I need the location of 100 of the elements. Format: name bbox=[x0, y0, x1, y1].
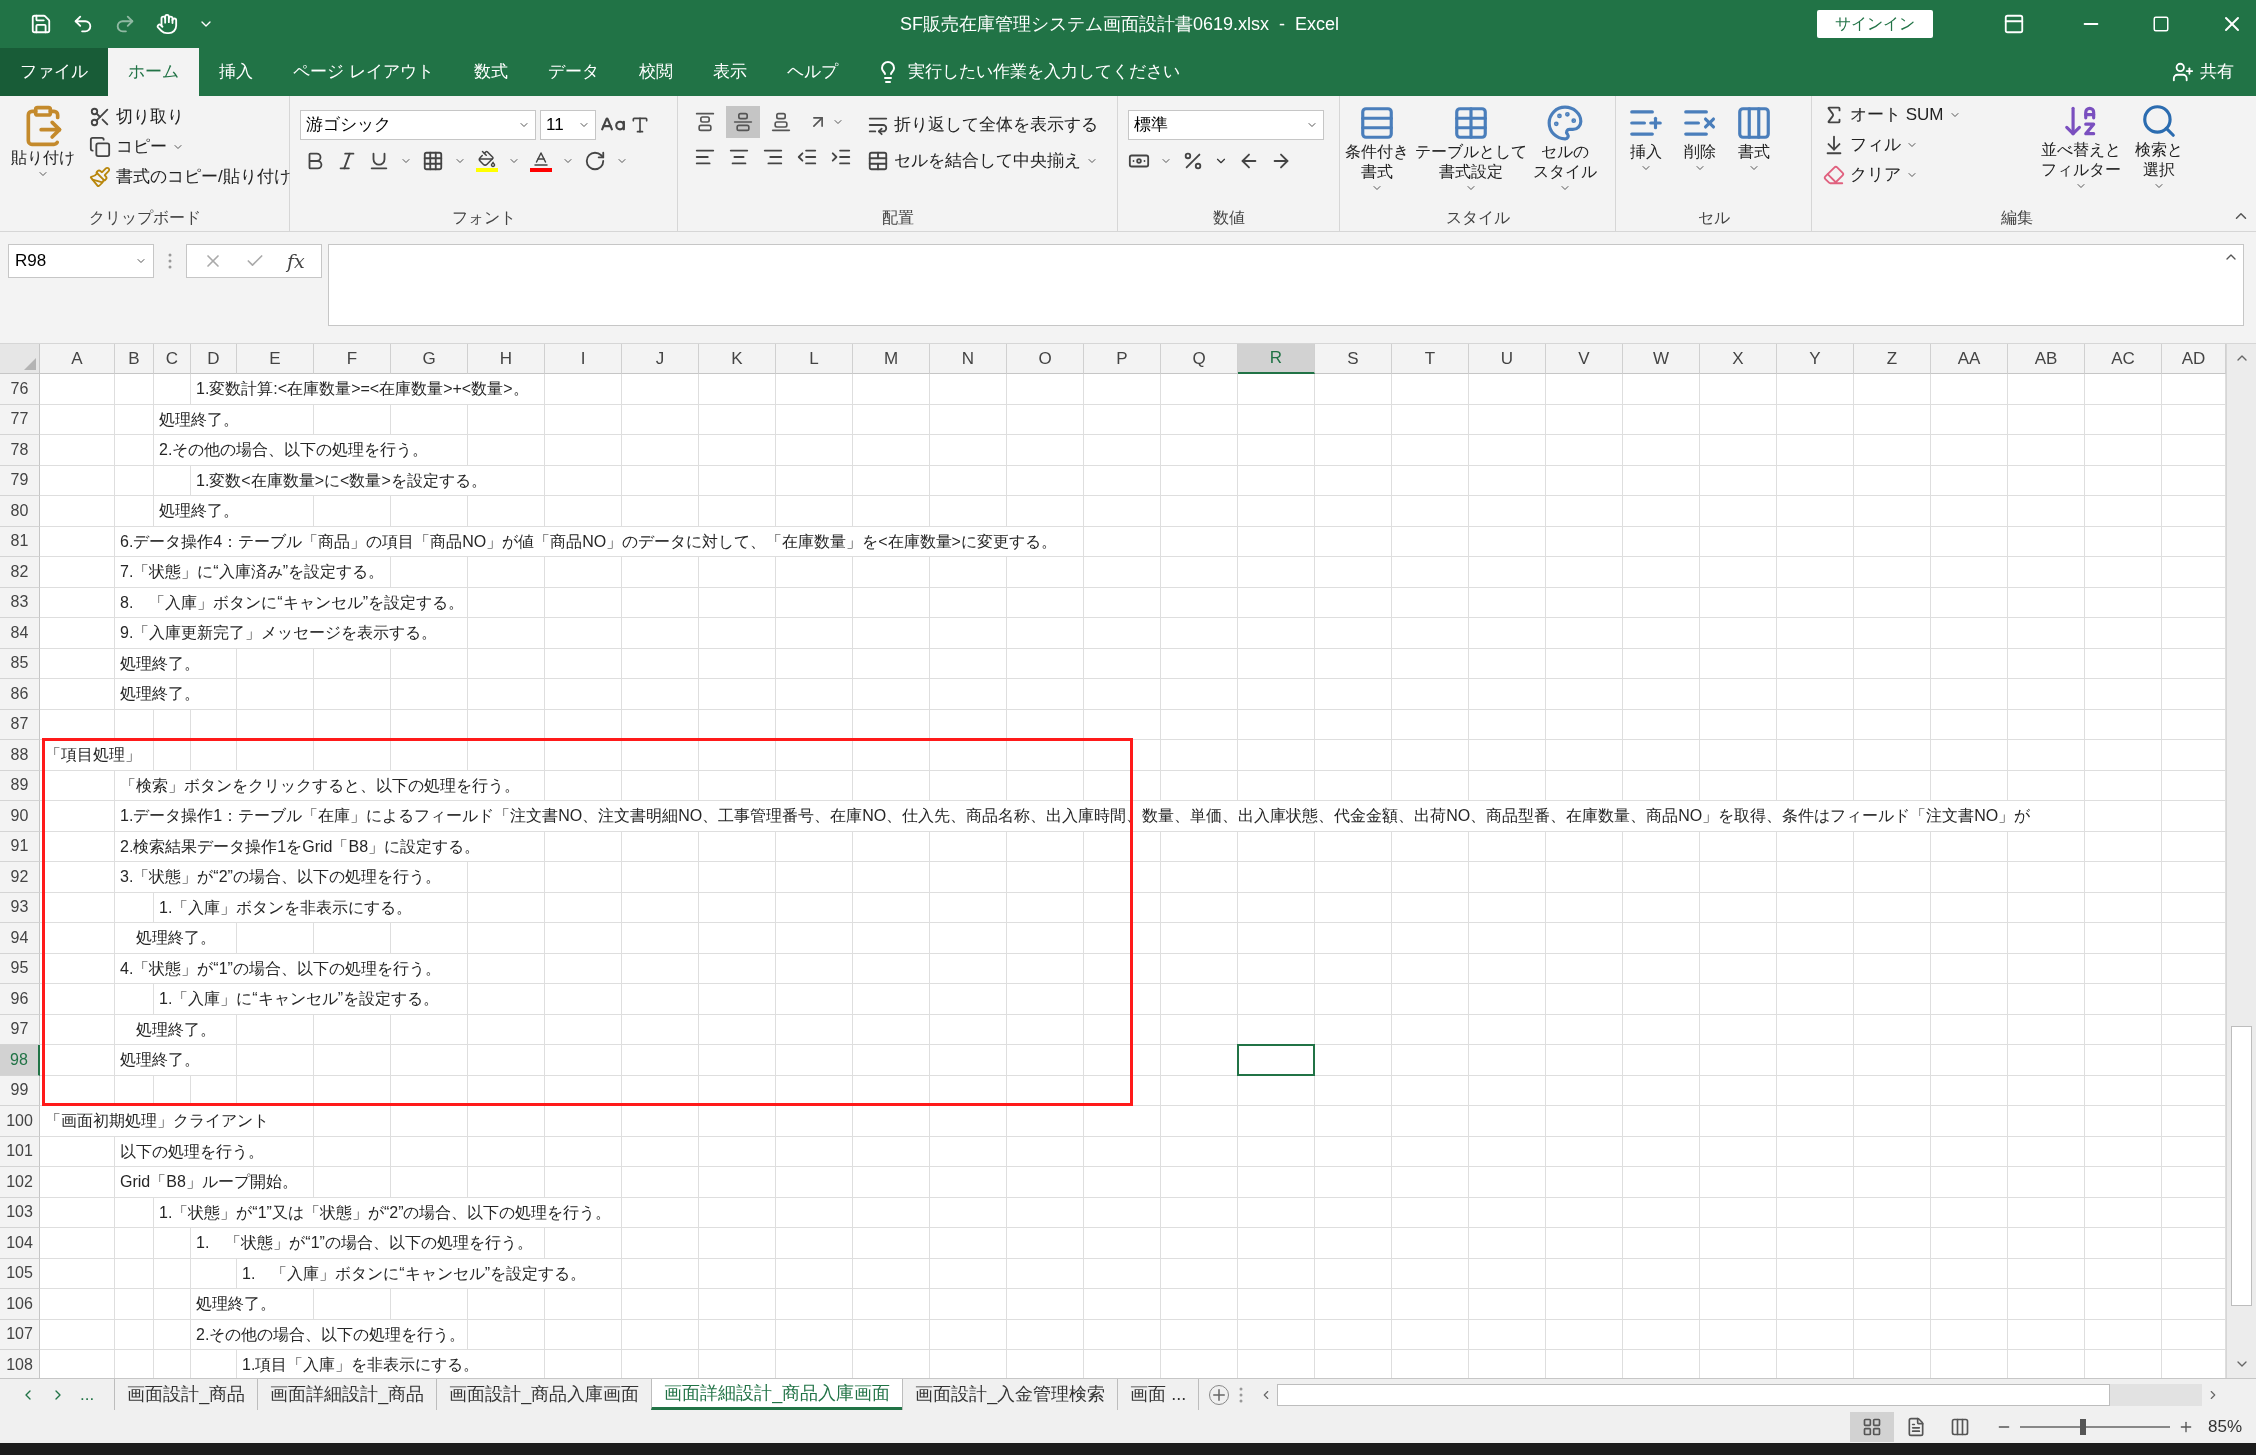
column-header[interactable]: T bbox=[1392, 344, 1469, 374]
wrap-text-button[interactable]: 折り返して全体を表示する bbox=[864, 110, 1101, 140]
row-header[interactable]: 83 bbox=[0, 587, 40, 618]
row-header[interactable]: 82 bbox=[0, 557, 40, 588]
percent-icon[interactable] bbox=[1182, 150, 1204, 172]
row-header[interactable]: 81 bbox=[0, 526, 40, 557]
column-header[interactable]: A bbox=[40, 344, 115, 374]
name-box[interactable]: R98 bbox=[8, 244, 154, 278]
row-header[interactable]: 108 bbox=[0, 1350, 40, 1378]
tell-me-search[interactable]: 実行したい作業を入力してください bbox=[907, 59, 1180, 85]
selected-cell[interactable] bbox=[1237, 1044, 1315, 1076]
row-header[interactable]: 96 bbox=[0, 984, 40, 1015]
column-header[interactable]: Q bbox=[1161, 344, 1238, 374]
column-header[interactable]: R bbox=[1238, 344, 1315, 374]
clear-button[interactable]: クリア bbox=[1820, 160, 2030, 190]
row-header[interactable]: 98 bbox=[0, 1045, 40, 1076]
column-header[interactable]: W bbox=[1623, 344, 1700, 374]
row-header[interactable]: 88 bbox=[0, 740, 40, 771]
formula-input-field[interactable] bbox=[327, 244, 2244, 326]
font-size-field[interactable]: 11 bbox=[540, 110, 596, 140]
row-header[interactable]: 86 bbox=[0, 679, 40, 710]
row-header[interactable]: 99 bbox=[0, 1075, 40, 1106]
scrollbar-thumb[interactable] bbox=[1277, 1383, 2110, 1406]
font-name-field[interactable]: 游ゴシック bbox=[300, 110, 536, 140]
underline-icon[interactable] bbox=[368, 150, 390, 172]
ribbon-tab[interactable]: ホーム bbox=[108, 48, 199, 96]
font-color-icon[interactable] bbox=[530, 150, 552, 172]
column-header[interactable]: K bbox=[699, 344, 776, 374]
row-header[interactable]: 100 bbox=[0, 1106, 40, 1137]
column-header[interactable]: Z bbox=[1854, 344, 1931, 374]
copy-button[interactable]: コピー bbox=[86, 132, 294, 162]
column-header[interactable]: H bbox=[468, 344, 545, 374]
scrollbar-thumb[interactable] bbox=[2231, 1026, 2252, 1306]
column-header[interactable]: AC bbox=[2085, 344, 2162, 374]
save-icon[interactable] bbox=[30, 13, 52, 35]
cut-button[interactable]: 切り取り bbox=[86, 102, 294, 132]
view-button[interactable] bbox=[1849, 1411, 1894, 1442]
column-header[interactable]: P bbox=[1084, 344, 1161, 374]
style-button[interactable]: 条件付き 書式 bbox=[1342, 102, 1412, 205]
cells-button[interactable]: 挿入 bbox=[1624, 102, 1668, 205]
row-header[interactable]: 92 bbox=[0, 862, 40, 893]
row-header[interactable]: 103 bbox=[0, 1197, 40, 1228]
row-header[interactable]: 97 bbox=[0, 1014, 40, 1045]
paste-button[interactable]: 貼り付け bbox=[8, 102, 78, 205]
ribbon-display-options-icon[interactable] bbox=[2003, 13, 2025, 35]
insert-function-button[interactable]: fx bbox=[287, 246, 305, 276]
ribbon-tab[interactable]: データ bbox=[527, 48, 619, 96]
row-header[interactable]: 79 bbox=[0, 465, 40, 496]
column-header[interactable]: O bbox=[1007, 344, 1084, 374]
sort-filter-button[interactable]: 並べ替えと フィルター bbox=[2038, 100, 2124, 205]
row-header[interactable]: 87 bbox=[0, 709, 40, 740]
fill-color-icon[interactable] bbox=[476, 150, 498, 172]
sign-in-button[interactable]: サインイン bbox=[1817, 10, 1933, 38]
cells-button[interactable]: 削除 bbox=[1678, 102, 1722, 205]
cells-button[interactable]: 書式 bbox=[1732, 102, 1776, 205]
column-header[interactable]: N bbox=[930, 344, 1007, 374]
column-header[interactable]: S bbox=[1315, 344, 1392, 374]
undo-icon[interactable] bbox=[72, 13, 94, 35]
zoom-slider[interactable] bbox=[2019, 1416, 2170, 1437]
column-header[interactable]: E bbox=[237, 344, 314, 374]
column-header[interactable]: V bbox=[1546, 344, 1623, 374]
column-header[interactable]: J bbox=[622, 344, 699, 374]
ribbon-tab[interactable]: 校閲 bbox=[618, 48, 693, 96]
row-header[interactable]: 107 bbox=[0, 1319, 40, 1350]
zoom-level[interactable]: 85% bbox=[2207, 1413, 2242, 1440]
column-header[interactable]: C bbox=[154, 344, 191, 374]
column-header[interactable]: B bbox=[115, 344, 154, 374]
ribbon-tab[interactable]: 表示 bbox=[692, 48, 767, 96]
column-header[interactable]: F bbox=[314, 344, 391, 374]
column-header[interactable]: AD bbox=[2162, 344, 2226, 374]
row-header[interactable]: 93 bbox=[0, 892, 40, 923]
ribbon-tab[interactable]: 挿入 bbox=[199, 48, 273, 96]
row-header[interactable]: 80 bbox=[0, 496, 40, 527]
restore-icon[interactable] bbox=[2152, 15, 2170, 33]
vertical-align-button[interactable] bbox=[726, 106, 760, 138]
row-header[interactable]: 84 bbox=[0, 618, 40, 649]
row-header[interactable]: 78 bbox=[0, 435, 40, 466]
row-header[interactable]: 85 bbox=[0, 648, 40, 679]
touch-mode-icon[interactable] bbox=[156, 13, 178, 35]
borders-icon[interactable] bbox=[422, 150, 444, 172]
share-button[interactable]: 共有 bbox=[2150, 48, 2256, 96]
row-header[interactable]: 94 bbox=[0, 923, 40, 954]
row-header[interactable]: 76 bbox=[0, 374, 40, 405]
column-header[interactable]: AB bbox=[2008, 344, 2085, 374]
column-header[interactable]: M bbox=[853, 344, 930, 374]
column-header[interactable]: L bbox=[776, 344, 853, 374]
sheet-tab[interactable]: 画面詳細設計_商品入庫画面 bbox=[651, 1379, 903, 1410]
autosum-button[interactable]: オート SUM bbox=[1820, 100, 2030, 130]
column-header[interactable]: G bbox=[391, 344, 468, 374]
find-select-button[interactable]: 検索と 選択 bbox=[2132, 100, 2186, 205]
ribbon-tab[interactable]: 数式 bbox=[453, 48, 528, 96]
style-button[interactable]: セルの スタイル bbox=[1530, 102, 1600, 205]
column-header[interactable]: AA bbox=[1931, 344, 2008, 374]
row-header[interactable]: 77 bbox=[0, 404, 40, 435]
column-header[interactable]: I bbox=[545, 344, 622, 374]
column-header[interactable]: D bbox=[191, 344, 237, 374]
row-header[interactable]: 105 bbox=[0, 1258, 40, 1289]
row-header[interactable]: 91 bbox=[0, 831, 40, 862]
merge-center-button[interactable]: セルを結合して中央揃え bbox=[864, 146, 1101, 176]
row-header[interactable]: 89 bbox=[0, 770, 40, 801]
